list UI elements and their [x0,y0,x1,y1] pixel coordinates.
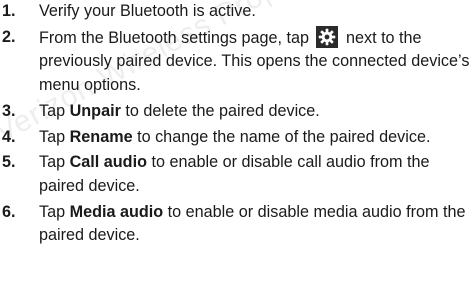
instruction-steps: 1. Verify your Bluetooth is active. 2. F… [0,0,471,248]
step-text: From the Bluetooth settings page, tap ne… [39,25,471,98]
media-audio-option-label: Media audio [69,202,164,221]
step-number: 2. [2,27,16,46]
step-number: 4. [2,127,16,146]
rename-option-label: Rename [69,127,133,146]
step-text: Tap Unpair to delete the paired device. [39,100,471,124]
step-text-pre: Tap [39,202,66,221]
step-text-before: From the Bluetooth settings page, tap [39,28,309,47]
gear-icon [316,25,339,48]
step-text: Tap Media audio to enable or disable med… [39,201,471,248]
step-number: 5. [2,153,16,172]
step-number: 3. [2,101,16,120]
step-2: 2. From the Bluetooth settings page, tap… [0,25,471,98]
step-number: 6. [2,202,16,221]
step-text-pre: Tap [39,101,66,120]
manual-page: Verizon Wireless Proprietary 1. Verify y… [0,0,471,302]
step-1: 1. Verify your Bluetooth is active. [0,0,471,24]
step-text: Tap Call audio to enable or disable call… [39,151,471,198]
step-text-pre: Tap [39,153,66,172]
step-text-pre: Tap [39,127,66,146]
unpair-option-label: Unpair [69,101,121,120]
step-text: Verify your Bluetooth is active. [39,0,471,24]
step-text-content: Verify your Bluetooth is active. [39,2,256,20]
step-text-post: to change the name of the paired device. [137,127,431,146]
call-audio-option-label: Call audio [69,153,147,172]
step-5: 5. Tap Call audio to enable or disable c… [0,151,471,198]
step-number: 1. [2,2,16,20]
step-text-post: to delete the paired device. [125,101,320,120]
step-3: 3. Tap Unpair to delete the paired devic… [0,100,471,124]
step-text: Tap Rename to change the name of the pai… [39,126,471,150]
step-6: 6. Tap Media audio to enable or disable … [0,201,471,248]
step-4: 4. Tap Rename to change the name of the … [0,126,471,150]
